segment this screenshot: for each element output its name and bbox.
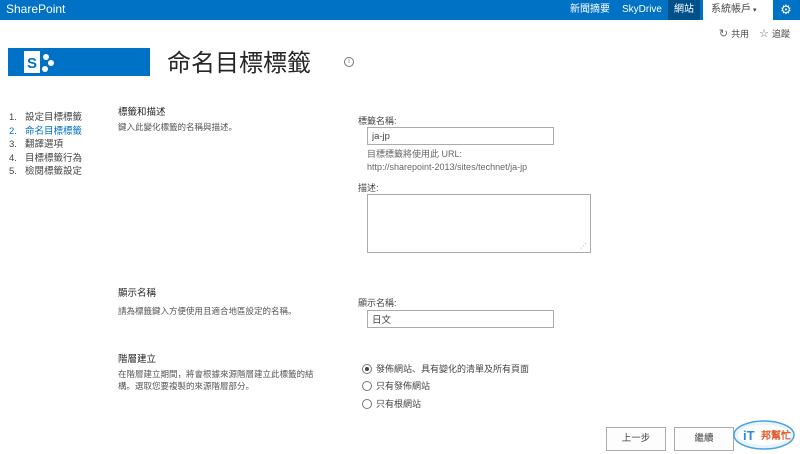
info-icon[interactable]: i bbox=[344, 57, 354, 67]
watermark-text: 邦幫忙 bbox=[761, 429, 791, 442]
wizard-steps: 1. 設定目標標籤 2. 命名目標標籤 3. 翻譯選項 4. 目標標籤行為 5. 檢閱標籤… bbox=[9, 111, 82, 179]
back-button[interactable]: 上一步 bbox=[606, 427, 666, 451]
section-desc-display: 請為標籤鍵入方便使用且適合地區設定的名稱。 bbox=[118, 306, 297, 316]
resize-grip-icon[interactable]: ⋰ bbox=[580, 242, 587, 250]
star-icon: ☆ bbox=[759, 28, 769, 40]
radio-label: 發佈網站、具有變化的清單及所有頁面 bbox=[376, 364, 530, 374]
user-name: 系統帳戶 bbox=[711, 4, 751, 15]
radio-option[interactable]: 只有根網站 bbox=[362, 397, 421, 410]
radio-unselected-icon[interactable] bbox=[362, 398, 372, 409]
section-title-display: 顯示名稱 bbox=[118, 288, 157, 299]
step-item: 4. 目標標籤行為 bbox=[9, 152, 83, 164]
description-label: 描述: bbox=[358, 183, 379, 193]
url-hint: 目標標籤將使用此 URL: bbox=[367, 149, 463, 159]
svg-text:iT: iT bbox=[743, 428, 755, 443]
nav-skydrive[interactable]: SkyDrive bbox=[616, 0, 668, 20]
label-name-input[interactable] bbox=[367, 127, 554, 145]
continue-button[interactable]: 繼續 bbox=[674, 427, 734, 451]
gear-icon[interactable]: ⚙ bbox=[776, 1, 796, 19]
suite-bar: SharePoint 新聞摘要 SkyDrive 網站 系統帳戶 ▾ ⚙ bbox=[0, 0, 800, 20]
svg-text:S: S bbox=[27, 55, 37, 72]
radio-label: 只有發佈網站 bbox=[376, 381, 431, 391]
user-menu[interactable]: 系統帳戶 ▾ bbox=[703, 0, 773, 20]
nav-sites[interactable]: 網站 bbox=[668, 0, 700, 20]
section-desc-hierarchy-2: 構。選取您要複製的來源階層部分。 bbox=[118, 381, 255, 391]
radio-option[interactable]: 發佈網站、具有變化的清單及所有頁面 bbox=[362, 362, 529, 375]
section-desc-name: 鍵入此變化標籤的名稱與描述。 bbox=[118, 122, 238, 132]
site-logo[interactable]: S bbox=[8, 48, 150, 76]
radio-option[interactable]: 只有發佈網站 bbox=[362, 379, 430, 392]
section-title-hierarchy: 階層建立 bbox=[118, 354, 157, 365]
follow-label: 追蹤 bbox=[771, 29, 790, 39]
radio-label: 只有根網站 bbox=[376, 399, 422, 409]
chevron-down-icon: ▾ bbox=[753, 7, 757, 14]
radio-selected-icon[interactable] bbox=[362, 363, 372, 374]
share-label: 共用 bbox=[731, 29, 750, 39]
page-actions: ↻ 共用 ☆ 追蹤 bbox=[719, 27, 790, 40]
watermark-logo: iT 邦幫忙 bbox=[733, 420, 795, 450]
brand-link[interactable]: SharePoint bbox=[6, 2, 65, 16]
step-item: 1. 設定目標標籤 bbox=[9, 112, 83, 123]
sharepoint-logo-icon: S bbox=[24, 51, 54, 73]
follow-button[interactable]: ☆ 追蹤 bbox=[759, 27, 790, 40]
description-textarea[interactable]: ⋰ bbox=[367, 194, 591, 253]
share-icon: ↻ bbox=[718, 28, 729, 40]
display-name-label: 顯示名稱: bbox=[358, 298, 397, 308]
top-nav: 新聞摘要 SkyDrive 網站 bbox=[564, 0, 700, 20]
step-item-current: 2. 命名目標標籤 bbox=[9, 125, 83, 137]
label-name-label: 標籤名稱: bbox=[358, 116, 397, 126]
nav-newsfeed[interactable]: 新聞摘要 bbox=[564, 0, 616, 20]
share-button[interactable]: ↻ 共用 bbox=[719, 27, 749, 40]
display-name-input[interactable] bbox=[367, 310, 554, 328]
step-item: 3. 翻譯選項 bbox=[9, 139, 64, 150]
page-title: 命名目標標籤 bbox=[167, 49, 311, 77]
radio-unselected-icon[interactable] bbox=[362, 380, 372, 391]
step-item: 5. 檢閱標籤設定 bbox=[9, 166, 83, 177]
url-value: http://sharepoint-2013/sites/technet/ja-… bbox=[367, 162, 528, 172]
section-title-name: 標籤和描述 bbox=[118, 107, 166, 118]
